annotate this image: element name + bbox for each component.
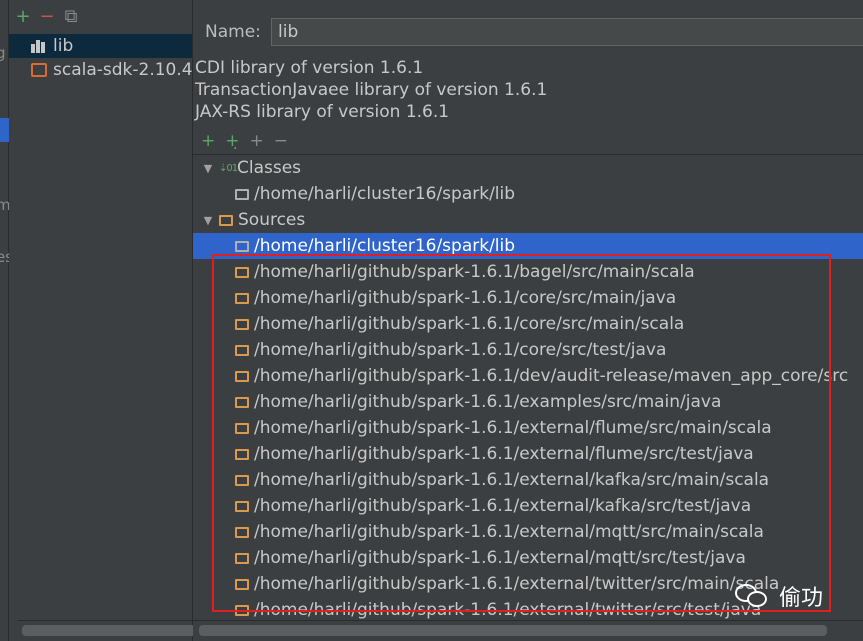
folder-icon [235, 396, 249, 408]
libraries-panel: + − ⧉ lib scala-sdk-2.10.4 [9, 0, 202, 641]
name-input[interactable] [271, 18, 863, 46]
tree-row[interactable]: /home/harli/github/spark-1.6.1/external/… [193, 415, 863, 441]
tree-row-label: /home/harli/github/spark-1.6.1/dev/audit… [254, 366, 849, 386]
tree-row[interactable]: /home/harli/github/spark-1.6.1/external/… [193, 545, 863, 571]
plus-icon[interactable]: + [15, 8, 31, 26]
folder-icon [235, 318, 249, 330]
folder-icon [235, 474, 249, 486]
library-item-scala-sdk[interactable]: scala-sdk-2.10.4 [9, 58, 193, 82]
library-roots-tree: ▼ ⇣01 Classes /home/harli/cluster16/spar… [193, 154, 863, 620]
tree-row-label: /home/harli/github/spark-1.6.1/core/src/… [254, 288, 677, 308]
name-label: Name: [205, 22, 261, 42]
tree-row[interactable]: /home/harli/github/spark-1.6.1/dev/audit… [193, 363, 863, 389]
library-details-panel: Name: CDI library of version 1.6.1 Trans… [193, 0, 863, 641]
folder-icon [235, 266, 249, 278]
add-to-library-icon[interactable]: +̣ [225, 131, 239, 151]
tree-row[interactable]: /home/harli/cluster16/spark/lib [193, 181, 863, 207]
tree-row[interactable]: /home/harli/github/spark-1.6.1/core/src/… [193, 337, 863, 363]
plus-icon[interactable]: + [201, 131, 215, 151]
tree-row[interactable]: /home/harli/github/spark-1.6.1/external/… [193, 441, 863, 467]
tree-node-classes[interactable]: ▼ ⇣01 Classes [193, 155, 863, 181]
watermark: 偷功 [735, 580, 823, 612]
tree-node-sources[interactable]: ▼ Sources [193, 207, 863, 233]
folder-icon [235, 552, 249, 564]
expand-arrow-icon[interactable]: ▼ [197, 162, 219, 175]
folder-icon [235, 526, 249, 538]
attach-files-icon[interactable]: + [250, 131, 264, 151]
tree-row-label: /home/harli/github/spark-1.6.1/core/src/… [254, 314, 685, 334]
sources-list: /home/harli/github/spark-1.6.1/bagel/src… [193, 259, 863, 620]
edge-mark: g [0, 44, 6, 62]
folder-icon [235, 578, 249, 590]
tree-row[interactable]: /home/harli/github/spark-1.6.1/bagel/src… [193, 259, 863, 285]
tree-row[interactable]: /home/harli/github/spark-1.6.1/examples/… [193, 389, 863, 415]
tree-horizontal-scrollbar[interactable] [193, 620, 863, 641]
library-bars-icon [31, 39, 47, 53]
copy-icon[interactable]: ⧉ [63, 8, 79, 26]
tree-node-label: Classes [237, 158, 302, 178]
left-edge-strip: g m es [0, 0, 13, 641]
jar-folder-icon [235, 240, 249, 252]
folder-icon [235, 604, 249, 616]
jar-folder-icon [235, 188, 249, 200]
description-line: CDI library of version 1.6.1 [195, 58, 424, 78]
folder-icon [235, 344, 249, 356]
tree-row-label: /home/harli/github/spark-1.6.1/external/… [254, 444, 754, 464]
library-item-label: lib [53, 36, 74, 56]
tree-row-label: /home/harli/github/spark-1.6.1/core/src/… [254, 340, 667, 360]
tree-node-label: Sources [238, 210, 306, 230]
tree-row-label: /home/harli/github/spark-1.6.1/external/… [254, 574, 780, 594]
libraries-scrollbar[interactable] [18, 620, 202, 641]
folder-icon [219, 214, 233, 226]
folder-icon [235, 370, 249, 382]
wechat-icon [735, 582, 769, 610]
tree-row-label: /home/harli/cluster16/spark/lib [254, 236, 516, 256]
tree-row-selected[interactable]: /home/harli/cluster16/spark/lib [193, 233, 863, 259]
folder-icon [235, 422, 249, 434]
minus-icon[interactable]: − [274, 131, 288, 151]
tree-row-label: /home/harli/github/spark-1.6.1/external/… [254, 418, 772, 438]
tree-row-label: /home/harli/github/spark-1.6.1/external/… [254, 470, 770, 490]
expand-arrow-icon[interactable]: ▼ [197, 214, 219, 227]
library-item-label: scala-sdk-2.10.4 [53, 60, 193, 80]
tree-row-label: /home/harli/github/spark-1.6.1/external/… [254, 548, 746, 568]
classes-icon: ⇣01 [219, 162, 238, 174]
tree-row-label: /home/harli/github/spark-1.6.1/external/… [254, 600, 762, 620]
folder-icon [235, 448, 249, 460]
tree-row[interactable]: /home/harli/github/spark-1.6.1/external/… [193, 493, 863, 519]
library-item-lib[interactable]: lib [9, 34, 192, 58]
description-line: TransactionJavaee library of version 1.6… [195, 80, 548, 100]
folder-icon [235, 500, 249, 512]
edge-selection[interactable] [0, 118, 9, 142]
tree-row[interactable]: /home/harli/github/spark-1.6.1/core/src/… [193, 311, 863, 337]
tree-row-label: /home/harli/github/spark-1.6.1/bagel/src… [254, 262, 695, 282]
scala-sdk-icon [31, 63, 47, 77]
tree-row-label: /home/harli/github/spark-1.6.1/external/… [254, 496, 752, 516]
watermark-text: 偷功 [779, 586, 824, 611]
tree-row[interactable]: /home/harli/github/spark-1.6.1/external/… [193, 467, 863, 493]
tree-toolbar: + +̣ + − [201, 131, 288, 151]
tree-row[interactable]: /home/harli/github/spark-1.6.1/core/src/… [193, 285, 863, 311]
tree-row-label: /home/harli/github/spark-1.6.1/examples/… [254, 392, 722, 412]
name-row: Name: [205, 18, 863, 46]
tree-row-label: /home/harli/cluster16/spark/lib [254, 184, 516, 204]
libraries-toolbar: + − ⧉ [9, 0, 192, 34]
tree-row-label: /home/harli/github/spark-1.6.1/external/… [254, 522, 764, 542]
description-line: JAX-RS library of version 1.6.1 [195, 102, 450, 122]
minus-icon[interactable]: − [39, 8, 55, 26]
tree-row[interactable]: /home/harli/github/spark-1.6.1/external/… [193, 519, 863, 545]
folder-icon [235, 292, 249, 304]
